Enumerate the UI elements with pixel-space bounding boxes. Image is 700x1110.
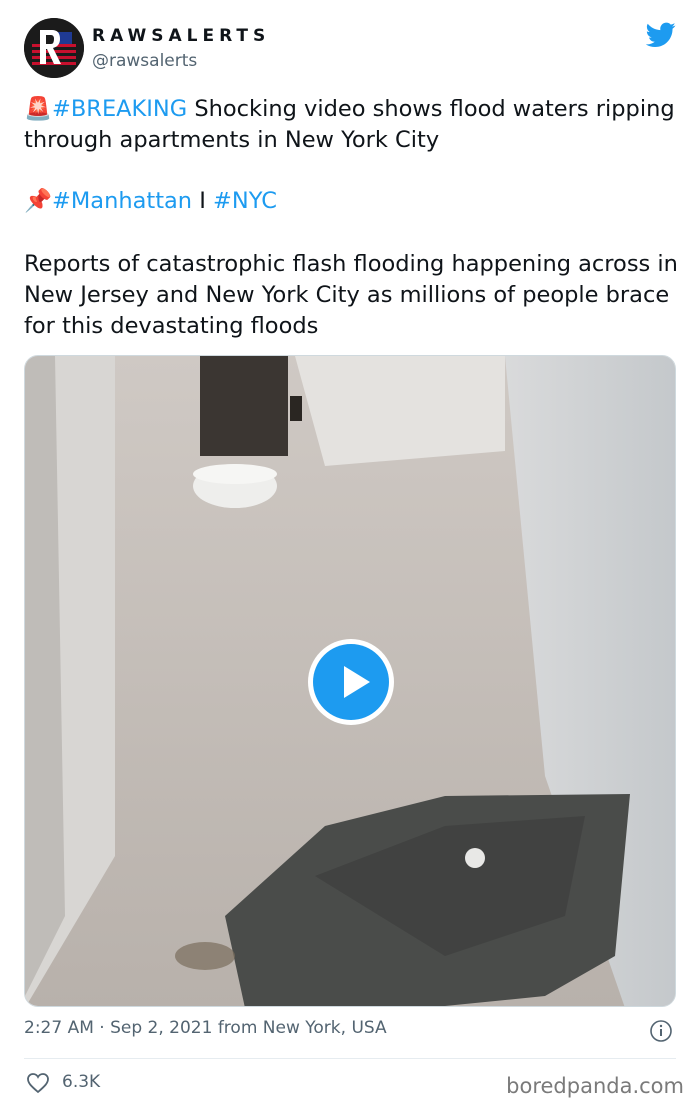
watermark: boredpanda.com (506, 1074, 684, 1098)
hashtag-manhattan[interactable]: #Manhattan (52, 188, 192, 214)
tag-separator: I (199, 188, 206, 214)
pin-emoji: 📌 (24, 188, 53, 214)
display-name[interactable]: RAWSALERTS (92, 26, 270, 46)
hashtag-breaking[interactable]: #BREAKING (52, 96, 187, 122)
avatar[interactable] (24, 18, 84, 78)
video-player[interactable] (24, 355, 676, 1007)
tweet-timestamp[interactable]: 2:27 AM · Sep 2, 2021 from New York, USA (24, 1018, 387, 1038)
like-count: 6.3K (62, 1072, 101, 1092)
play-button[interactable] (308, 639, 394, 725)
tweet-body: Reports of catastrophic flash flooding h… (24, 251, 678, 339)
twitter-bird-icon[interactable] (646, 22, 676, 48)
info-icon[interactable] (649, 1019, 673, 1043)
tweet-text-tags: 📌#Manhattan I #NYC (24, 186, 684, 217)
heart-icon[interactable] (26, 1072, 50, 1094)
divider (24, 1058, 676, 1059)
hashtag-nyc[interactable]: #NYC (213, 188, 277, 214)
user-handle[interactable]: @rawsalerts (92, 51, 197, 71)
play-icon (313, 644, 389, 720)
tweet-text-headline: 🚨#BREAKING Shocking video shows flood wa… (24, 94, 684, 156)
alert-emoji: 🚨 (24, 96, 53, 122)
avatar-logo-icon (24, 18, 84, 78)
play-triangle (344, 666, 370, 698)
tweet-header: RAWSALERTS @rawsalerts (24, 18, 676, 80)
